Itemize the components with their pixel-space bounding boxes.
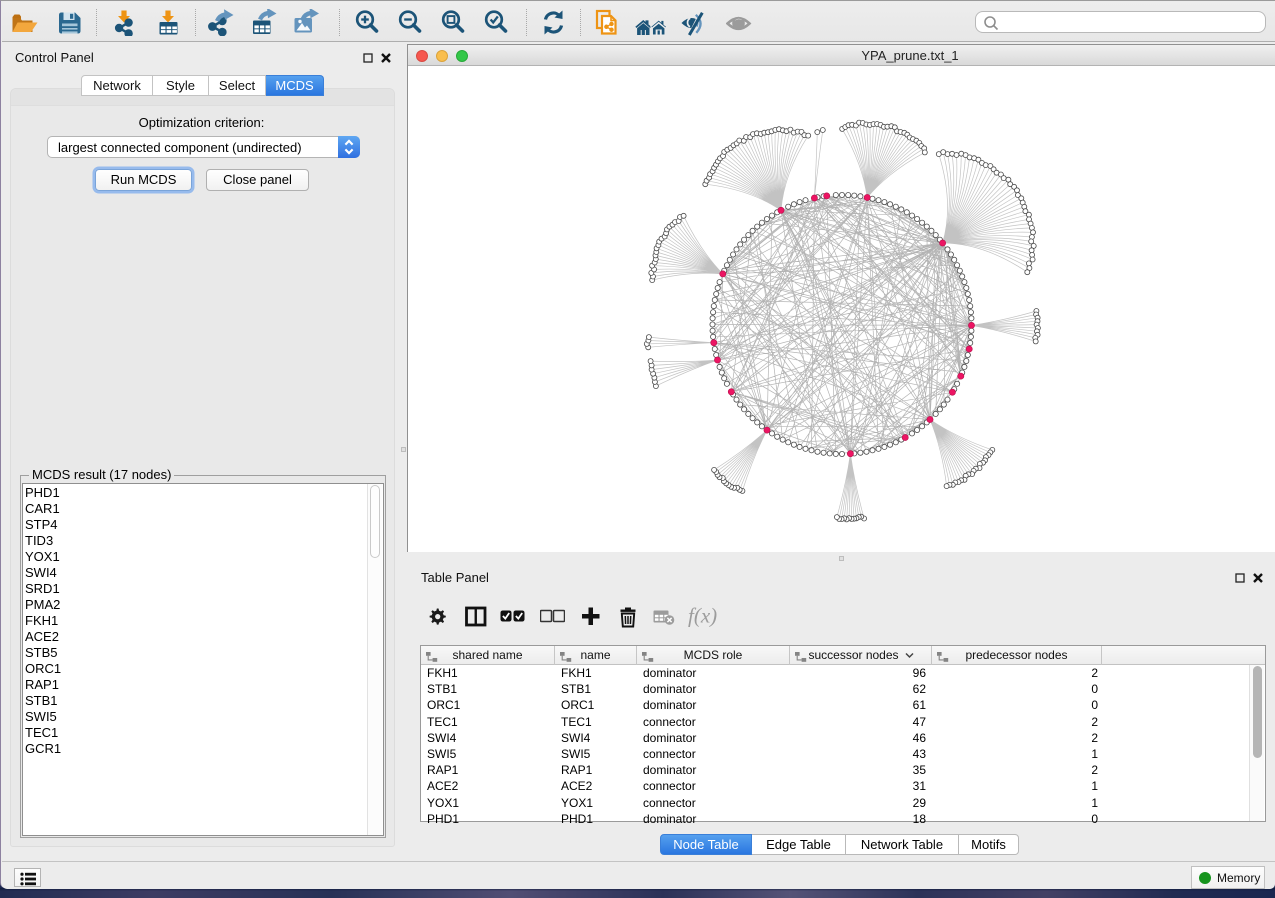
svg-text:f(x): f(x) — [688, 605, 717, 628]
